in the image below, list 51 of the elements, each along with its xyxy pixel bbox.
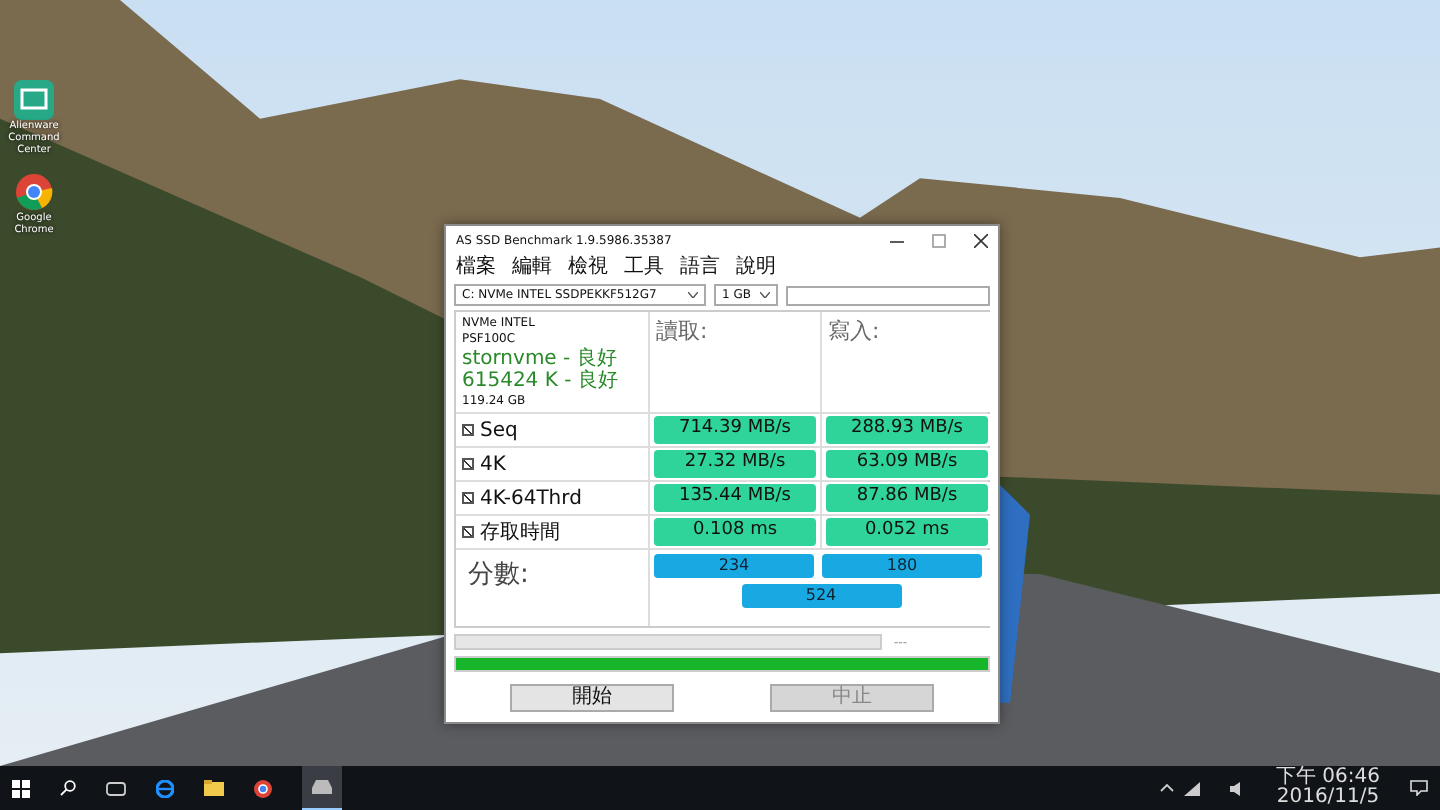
chevron-up-icon[interactable] — [1160, 784, 1174, 792]
read-header: 讀取: — [656, 318, 708, 344]
checkbox[interactable] — [462, 458, 474, 471]
test-label: 4K-64Thrd — [480, 487, 582, 510]
write-result: 63.09 MB/s — [826, 450, 988, 479]
drive-icon — [312, 780, 332, 794]
caret-icon — [759, 292, 769, 298]
read-result: 135.44 MB/s — [654, 484, 816, 513]
drive-info-line: stornvme - 良好 — [462, 347, 619, 370]
test-label: 4K — [480, 453, 506, 476]
windows-icon[interactable] — [12, 779, 30, 797]
read-result: 714.39 MB/s — [654, 416, 816, 445]
browser-icon[interactable] — [156, 779, 174, 797]
checkbox[interactable] — [462, 526, 474, 539]
task-view-icon[interactable] — [106, 781, 126, 795]
checkbox[interactable] — [462, 424, 474, 437]
app-icon[interactable] — [14, 80, 54, 120]
menu-item[interactable]: 編輯 — [512, 254, 552, 280]
write-result: 0.052 ms — [826, 518, 988, 547]
chrome-icon[interactable] — [254, 779, 272, 797]
write-result: 288.93 MB/s — [826, 416, 988, 445]
checkbox[interactable] — [462, 492, 474, 505]
close-icon[interactable] — [974, 233, 988, 247]
notification-icon[interactable] — [1410, 780, 1428, 796]
search-icon[interactable] — [60, 780, 76, 796]
test-label: 存取時間 — [480, 519, 560, 547]
speaker-icon[interactable] — [1230, 781, 1246, 795]
clock-time[interactable]: 下午 06:46 — [1276, 768, 1380, 788]
total-score: 524 — [741, 584, 901, 609]
read-score: 234 — [654, 554, 814, 579]
write-header: 寫入: — [828, 318, 880, 344]
drive-info-line: 615424 K - 良好 — [462, 370, 620, 394]
clock-date[interactable]: 2016/11/5 — [1276, 788, 1380, 808]
chrome-icon[interactable] — [14, 172, 54, 212]
text-field[interactable] — [785, 285, 990, 305]
menu-item[interactable]: 檢視 — [568, 254, 608, 280]
read-result: 27.32 MB/s — [654, 450, 816, 479]
action-button[interactable]: 開始 — [510, 684, 674, 713]
menu-item[interactable]: 說明 — [736, 254, 776, 280]
menu-item[interactable]: 工具 — [624, 254, 664, 280]
menu-item[interactable]: 檔案 — [456, 254, 496, 280]
read-result: 0.108 ms — [654, 518, 816, 547]
write-score: 180 — [822, 554, 982, 579]
write-result: 87.86 MB/s — [826, 484, 988, 513]
caret-icon — [688, 292, 698, 298]
test-label: Seq — [480, 419, 518, 442]
taskbar-app-button[interactable] — [302, 766, 342, 810]
menu-item[interactable]: 語言 — [680, 254, 720, 280]
folder-icon[interactable] — [204, 780, 224, 796]
network-icon[interactable] — [1184, 781, 1200, 795]
score-label: 分數: — [468, 560, 529, 591]
